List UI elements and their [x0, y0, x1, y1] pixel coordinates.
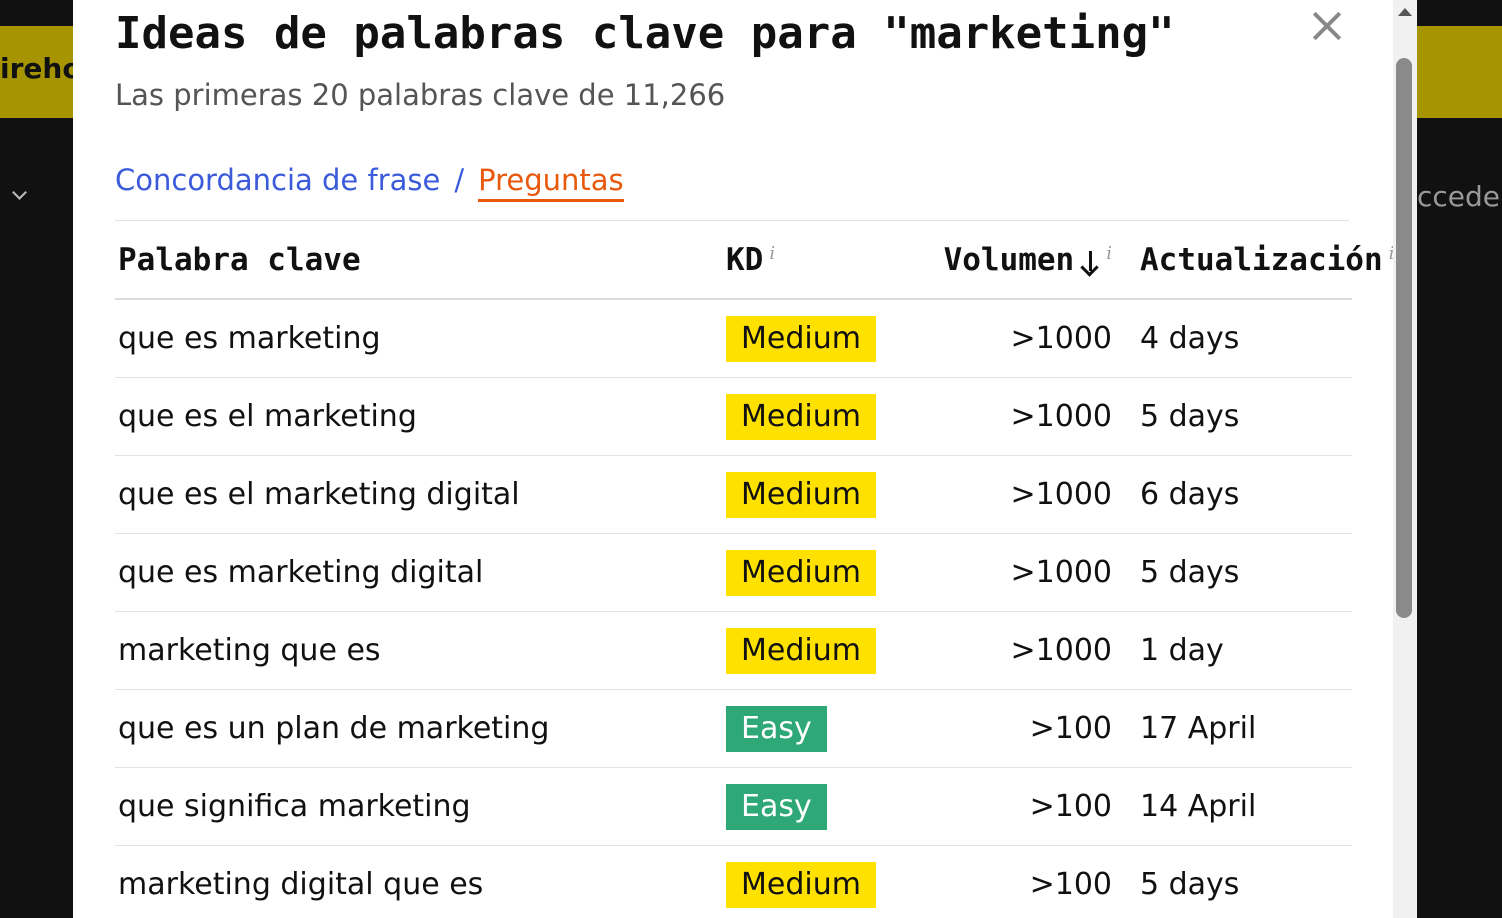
keyword-table: Palabra clave KD i Volumen i Actualización… — [115, 222, 1394, 918]
keyword-cell[interactable]: que es el marketing digital — [115, 455, 726, 534]
volume-cell: >1000 — [902, 611, 1140, 690]
scrollbar[interactable] — [1393, 0, 1417, 918]
table-row: que es marketing digital Medium >1000 5 day… — [115, 533, 1352, 612]
modal-title: Ideas de palabras clave para "marketing" — [115, 8, 1175, 59]
tab-questions[interactable]: Preguntas — [478, 163, 624, 202]
table-row: que significa marketing Easy >100 14 April — [115, 767, 1352, 846]
info-icon[interactable]: i — [769, 243, 775, 264]
volume-cell: >1000 — [902, 533, 1140, 612]
kd-cell: Medium — [726, 299, 902, 378]
kd-badge: Medium — [726, 393, 876, 440]
kd-cell: Medium — [726, 533, 902, 612]
updated-cell: 5 days — [1140, 845, 1352, 918]
tab-phrase-match[interactable]: Concordancia de frase — [115, 163, 440, 197]
volume-cell: >100 — [902, 689, 1140, 768]
table-row: que es el marketing Medium >1000 5 days — [115, 377, 1352, 456]
updated-cell: 5 days — [1140, 533, 1352, 612]
updated-cell: 17 April — [1140, 689, 1352, 768]
keyword-cell[interactable]: que es marketing digital — [115, 533, 726, 612]
updated-cell: 14 April — [1140, 767, 1352, 846]
kd-badge: Medium — [726, 549, 876, 596]
column-header-updated[interactable]: Actualización i — [1140, 222, 1394, 300]
keyword-cell[interactable]: que es un plan de marketing — [115, 689, 726, 768]
keyword-cell[interactable]: marketing digital que es — [115, 845, 726, 918]
kd-cell: Easy — [726, 689, 902, 768]
table-header-row: Palabra clave KD i Volumen i Actualización… — [115, 222, 1394, 300]
updated-cell: 4 days — [1140, 299, 1352, 378]
table-row: que es marketing Medium >1000 4 days — [115, 299, 1352, 378]
table-row: que es un plan de marketing Easy >100 17 Ap… — [115, 689, 1352, 768]
divider — [115, 220, 1349, 221]
kd-cell: Easy — [726, 767, 902, 846]
kd-badge: Medium — [726, 315, 876, 362]
keyword-cell[interactable]: que significa marketing — [115, 767, 726, 846]
chevron-down-icon — [12, 185, 27, 200]
updated-cell: 1 day — [1140, 611, 1352, 690]
updated-cell: 6 days — [1140, 455, 1352, 534]
info-icon[interactable]: i — [1106, 243, 1112, 264]
keyword-cell[interactable]: que es el marketing — [115, 377, 726, 456]
table-row: que es el marketing digital Medium >1000 6 … — [115, 455, 1352, 534]
column-header-kd[interactable]: KD i — [726, 222, 902, 300]
updated-cell: 5 days — [1140, 377, 1352, 456]
volume-cell: >1000 — [902, 299, 1140, 378]
table-row: marketing digital que es Medium >100 5 days — [115, 845, 1352, 918]
kd-cell: Medium — [726, 845, 902, 918]
column-header-volume[interactable]: Volumen i — [902, 222, 1140, 300]
sort-down-icon[interactable] — [1080, 249, 1100, 275]
scroll-up-icon[interactable] — [1398, 8, 1412, 16]
background-login-text: cceder — [1417, 180, 1502, 213]
scrollbar-thumb[interactable] — [1396, 58, 1412, 618]
volume-cell: >100 — [902, 845, 1140, 918]
tab-separator: / — [454, 163, 465, 197]
table-row: marketing que es Medium >1000 1 day — [115, 611, 1352, 690]
kd-badge: Medium — [726, 627, 876, 674]
column-header-keyword: Palabra clave — [115, 222, 726, 300]
keyword-ideas-modal: Ideas de palabras clave para "marketing"… — [73, 0, 1417, 918]
keyword-cell[interactable]: marketing que es — [115, 611, 726, 690]
close-icon[interactable] — [1307, 6, 1347, 46]
volume-cell: >1000 — [902, 377, 1140, 456]
kd-cell: Medium — [726, 455, 902, 534]
kd-badge: Medium — [726, 861, 876, 908]
modal-subtitle: Las primeras 20 palabras clave de 11,266 — [115, 78, 726, 112]
volume-cell: >1000 — [902, 455, 1140, 534]
kd-badge: Easy — [726, 705, 827, 752]
tab-bar: Concordancia de frase / Preguntas — [115, 163, 624, 202]
kd-badge: Medium — [726, 471, 876, 518]
kd-cell: Medium — [726, 611, 902, 690]
volume-cell: >100 — [902, 767, 1140, 846]
background-logo-text: ireho — [0, 52, 82, 85]
keyword-cell[interactable]: que es marketing — [115, 299, 726, 378]
kd-cell: Medium — [726, 377, 902, 456]
kd-badge: Easy — [726, 783, 827, 830]
